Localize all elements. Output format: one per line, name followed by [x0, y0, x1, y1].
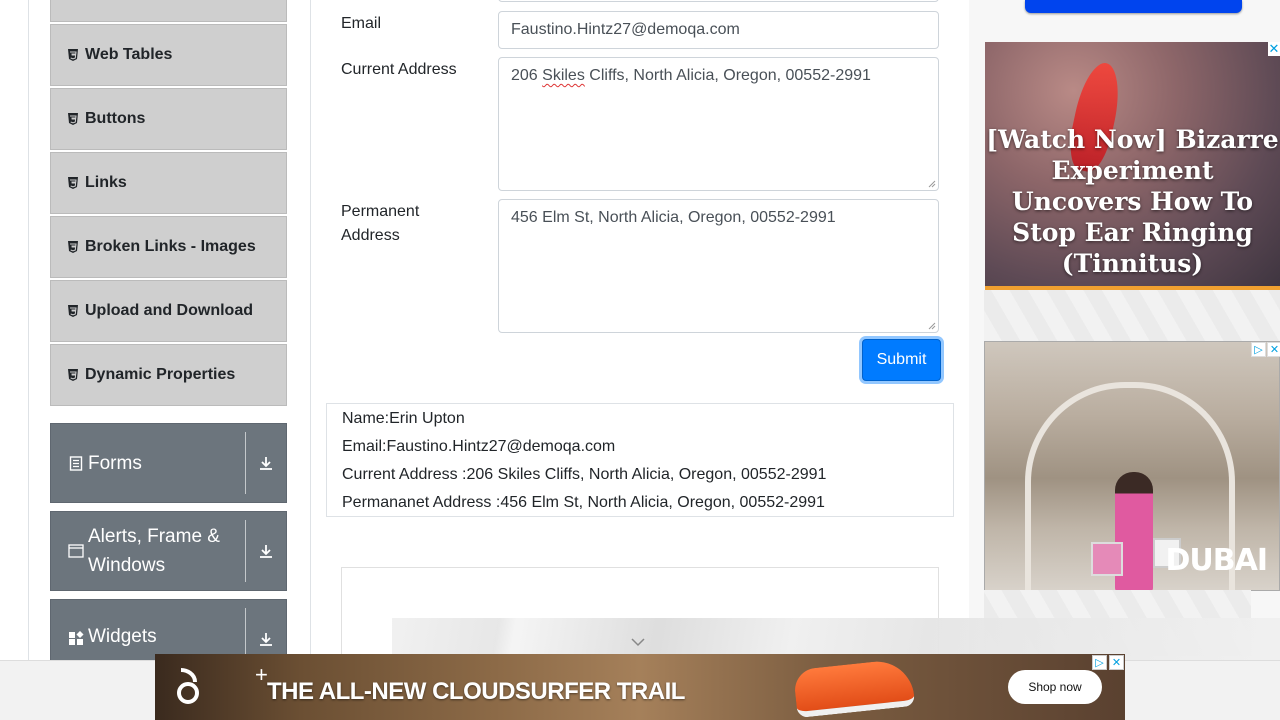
banner-ad-controls: ▷ ✕	[1092, 655, 1124, 670]
misspelled-word: Skiles	[542, 67, 585, 84]
sidebar-item-label: Links	[85, 174, 127, 191]
ad-headline: [Watch Now] Bizarre Experiment Uncovers …	[986, 125, 1279, 278]
current-address-prefix: 206	[511, 67, 543, 84]
page: Web Tables Buttons Links Broken Links - …	[0, 0, 1280, 720]
current-address-field[interactable]: 206 Skiles Cliffs, North Alicia, Oregon,…	[498, 57, 939, 191]
sidebar-item-label: Upload and Download	[85, 302, 253, 319]
resize-grip-icon[interactable]	[928, 180, 936, 188]
permanent-address-field[interactable]: 456 Elm St, North Alicia, Oregon, 00552-…	[498, 199, 939, 333]
dubai-ad[interactable]: DUBAI	[984, 341, 1280, 591]
download-arrow-icon	[260, 545, 272, 558]
adchoices-icon[interactable]: ▷	[1092, 655, 1107, 670]
html5-icon	[68, 49, 78, 61]
sidebar-item-dynamic-properties[interactable]: Dynamic Properties	[50, 344, 287, 406]
adchoices-icon[interactable]: ▷	[1251, 342, 1266, 357]
resize-grip-icon[interactable]	[928, 322, 936, 330]
dubai-logo: DUBAI	[1165, 543, 1268, 578]
sidebar-item-label: Buttons	[85, 110, 146, 127]
email-label: Email	[341, 15, 382, 32]
chevron-down-icon[interactable]	[630, 636, 646, 648]
ad-cta-button[interactable]	[1025, 0, 1242, 13]
close-icon[interactable]: ✕	[1267, 342, 1280, 357]
sidebar-item-previous[interactable]	[50, 0, 287, 22]
output-current-address: Current Address :206 Skiles Cliffs, Nort…	[342, 466, 827, 483]
group-label: Widgets	[88, 625, 157, 647]
download-arrow-icon	[260, 457, 272, 470]
close-icon[interactable]: ✕	[1268, 42, 1280, 56]
output-permanent-address: Permananet Address :456 Elm St, North Al…	[342, 494, 825, 511]
permanent-label-line1: Permanent	[341, 203, 420, 220]
sidebar-item-label: Broken Links - Images	[85, 238, 256, 255]
html5-icon	[68, 305, 78, 317]
sidebar-item-links[interactable]: Links	[50, 152, 287, 214]
sidebar-item-buttons[interactable]: Buttons	[50, 88, 287, 150]
left-divider	[28, 0, 29, 720]
tinnitus-ad[interactable]: [Watch Now] Bizarre Experiment Uncovers …	[985, 42, 1280, 290]
banner-tagline: THE ALL-NEW CLOUDSURFER TRAIL	[267, 678, 685, 705]
sidebar-item-label: Dynamic Properties	[85, 366, 236, 383]
sidebar-group-alerts[interactable]: Alerts, Frame & Windows	[50, 511, 287, 591]
output-box: Name:Erin Upton Email:Faustino.Hintz27@d…	[326, 403, 954, 517]
permanent-label-line2: Address	[341, 227, 400, 244]
html5-icon	[68, 369, 78, 381]
sidebar-item-upload-download[interactable]: Upload and Download	[50, 280, 287, 342]
close-icon[interactable]: ✕	[1109, 655, 1124, 670]
output-name: Name:Erin Upton	[342, 410, 465, 427]
shoe-image	[792, 657, 916, 719]
ad-background-pattern	[984, 290, 1280, 342]
ad-bag-graphic	[1091, 542, 1123, 576]
download-arrow-icon	[260, 633, 272, 646]
sidebar-item-web-tables[interactable]: Web Tables	[50, 24, 287, 86]
email-field[interactable]: Faustino.Hintz27@demoqa.com	[498, 11, 939, 49]
html5-icon	[68, 241, 78, 253]
submit-button[interactable]: Submit	[862, 339, 941, 381]
group-label: Forms	[88, 452, 142, 474]
form-icon	[68, 455, 84, 471]
html5-icon	[68, 177, 78, 189]
sidebar-item-label: Web Tables	[85, 46, 173, 63]
full-name-field[interactable]	[498, 0, 939, 2]
content-divider	[310, 0, 311, 720]
email-value: Faustino.Hintz27@demoqa.com	[511, 21, 740, 38]
sidebar-group-forms[interactable]: Forms	[50, 423, 287, 503]
on-brand-logo-icon	[177, 668, 199, 704]
expand-toggle[interactable]	[246, 520, 286, 582]
shop-now-button[interactable]: Shop now	[1008, 670, 1102, 704]
permanent-address-label: Permanent Address	[341, 200, 419, 248]
sidebar-item-broken-links[interactable]: Broken Links - Images	[50, 216, 287, 278]
window-icon	[68, 543, 84, 559]
current-address-label: Current Address	[341, 61, 457, 78]
expand-toggle[interactable]	[246, 432, 286, 494]
output-email: Email:Faustino.Hintz27@demoqa.com	[342, 438, 616, 455]
ad-controls: ▷ ✕	[1251, 342, 1280, 357]
current-address-suffix: Cliffs, North Alicia, Oregon, 00552-2991	[584, 67, 871, 84]
plus-icon: +	[255, 662, 268, 687]
widgets-icon	[68, 631, 84, 647]
html5-icon	[68, 113, 78, 125]
cloudsurfer-banner-ad[interactable]: + THE ALL-NEW CLOUDSURFER TRAIL Shop now	[155, 654, 1125, 720]
group-label: Alerts, Frame & Windows	[88, 526, 220, 576]
permanent-address-value: 456 Elm St, North Alicia, Oregon, 00552-…	[511, 209, 836, 226]
